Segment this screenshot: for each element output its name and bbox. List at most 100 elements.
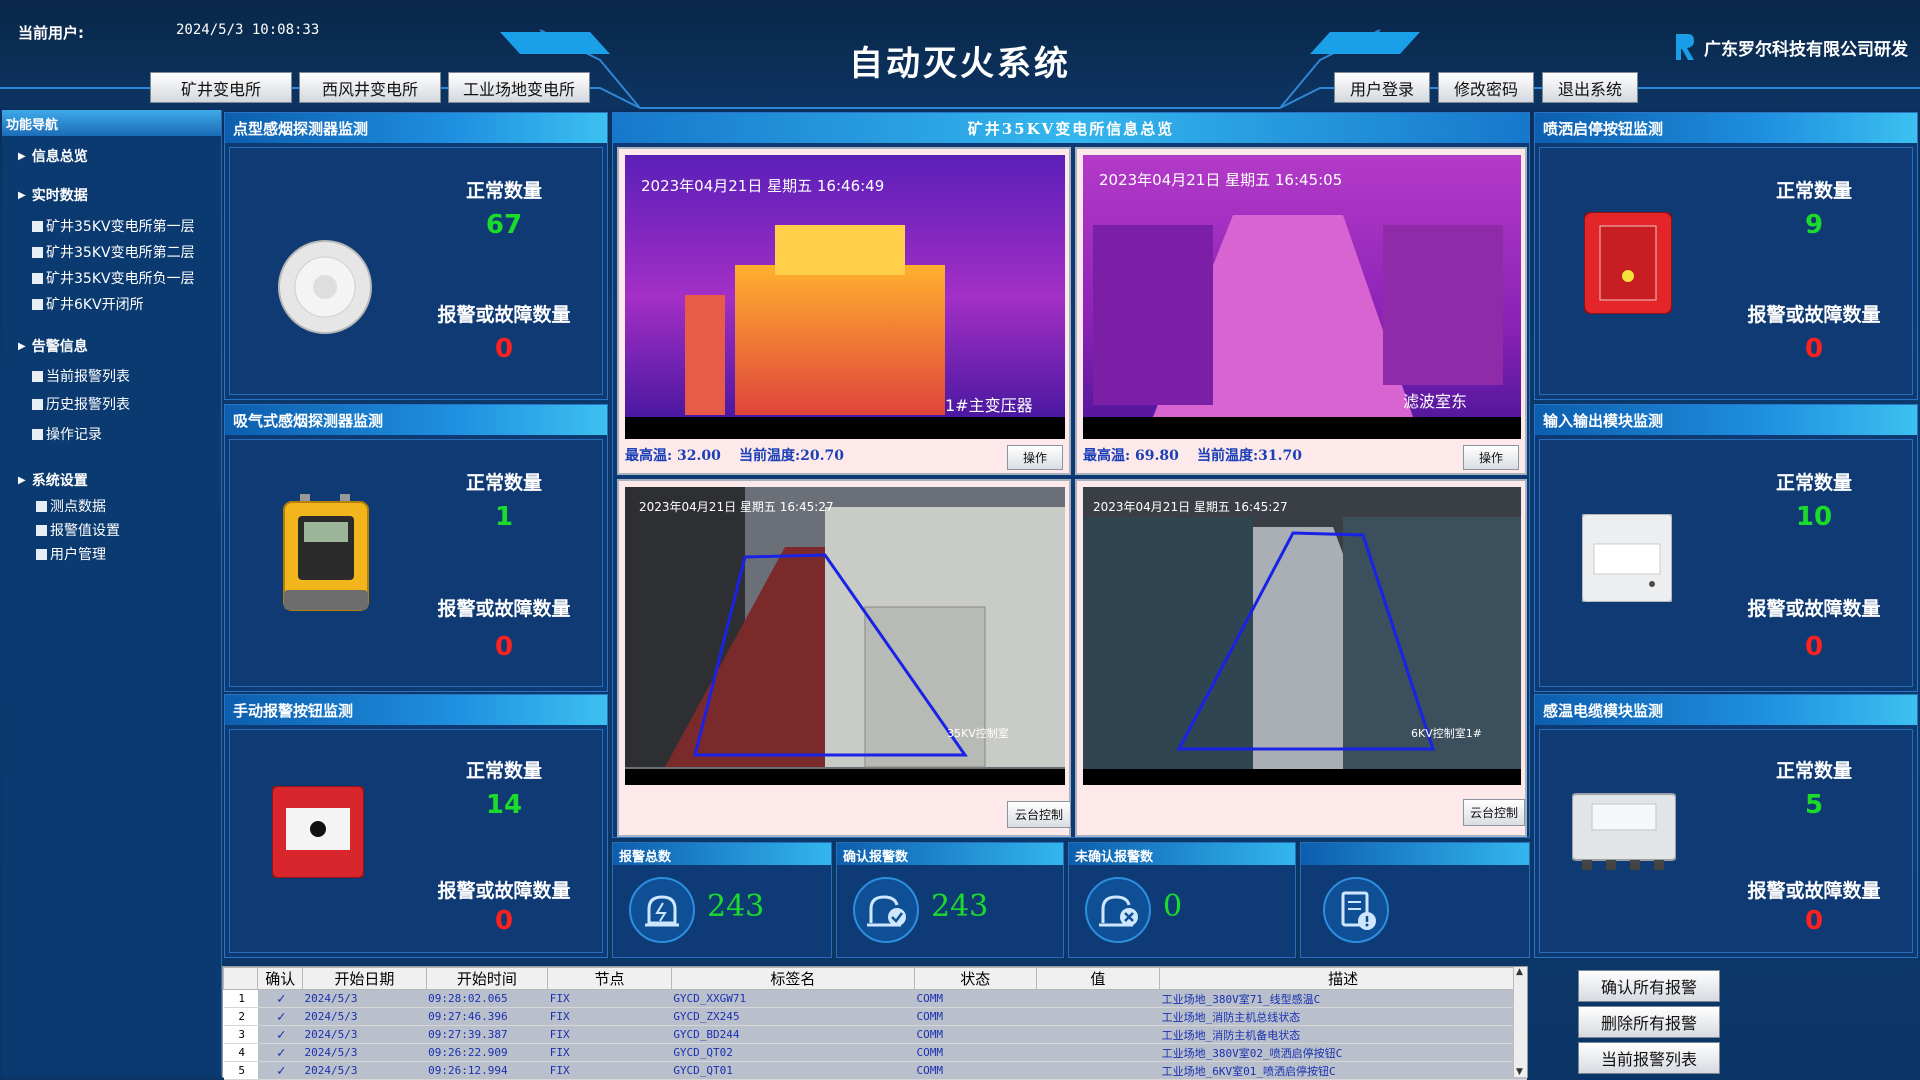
scroll-up-icon[interactable]: ▲ — [1516, 967, 1523, 977]
current-alarm-list-button[interactable]: 当前报警列表 — [1578, 1042, 1720, 1074]
table-row[interactable]: 3 ✓ 2024/5/3 09:27:39.387 FIX GYCD_BD244… — [223, 1025, 1527, 1044]
cell-state: COMM — [914, 989, 1037, 1008]
nav-alarm-item-1[interactable]: 当前报警列表 — [32, 366, 130, 386]
stat-confirmed-alarms: 确认报警数 243 — [836, 842, 1064, 958]
col-node[interactable]: 节点 — [547, 967, 672, 990]
stat-label: 确认报警数 — [837, 843, 1063, 865]
normal-count-label: 正常数量 — [1775, 180, 1852, 202]
station-button-3[interactable]: 工业场地变电所 — [448, 72, 590, 103]
table-row[interactable]: 1 ✓ 2024/5/3 09:28:02.065 FIX GYCD_XXGW7… — [223, 989, 1527, 1008]
fault-count-label: 报警或故障数量 — [1747, 304, 1881, 326]
stat-value: 0 — [1163, 889, 1183, 924]
col-description[interactable]: 描述 — [1159, 967, 1527, 990]
cam2-operate-button[interactable]: 操作 — [1463, 445, 1519, 470]
cell-time: 09:27:39.387 — [426, 1025, 548, 1044]
nav-label: 告警信息 — [31, 339, 88, 355]
item-box-icon — [32, 428, 43, 440]
delete-all-alarms-button[interactable]: 删除所有报警 — [1578, 1006, 1720, 1038]
thermal-camera-1[interactable]: 2023年04月21日 星期五 16:46:49 1#主变压器 最高温: 32.… — [617, 147, 1071, 475]
nav-label: 矿井35KV变电所第二层 — [46, 245, 195, 261]
fault-count-label: 报警或故障数量 — [437, 880, 571, 902]
cable-module-panel: 感温电缆模块监测 正常数量 5 报警或故障数量 0 — [1534, 694, 1918, 958]
alarm-siren-icon — [629, 877, 695, 943]
thermal-image-1: 2023年04月21日 星期五 16:46:49 1#主变压器 — [625, 155, 1065, 439]
normal-count: 10 — [1795, 502, 1833, 532]
nav-settings[interactable]: ▶ 系统设置 — [18, 470, 88, 490]
col-tag[interactable]: 标签名 — [670, 967, 915, 990]
confirm-check-icon[interactable]: ✓ — [257, 989, 303, 1008]
fault-count: 0 — [494, 334, 514, 364]
stat-unconfirmed-alarms: 未确认报警数 0 — [1068, 842, 1296, 958]
item-box-icon — [36, 548, 47, 560]
nav-label: 矿井6KV开闭所 — [46, 297, 144, 313]
nav-realtime-item-2[interactable]: 矿井35KV变电所第二层 — [32, 242, 195, 262]
stat-value: 243 — [707, 889, 765, 924]
cell-date: 2024/5/3 — [302, 1007, 427, 1026]
normal-count: 14 — [485, 790, 523, 820]
nav-settings-item-1[interactable]: 测点数据 — [36, 496, 106, 516]
confirm-check-icon[interactable]: ✓ — [257, 1061, 303, 1080]
alarm-grid: 确认 开始日期 开始时间 节点 标签名 状态 值 描述 1 ✓ 2024/5/3… — [222, 967, 1527, 1080]
col-start-date[interactable]: 开始日期 — [302, 967, 427, 990]
fault-count: 0 — [1804, 632, 1824, 662]
io-module-panel: 输入输出模块监测 正常数量 10 报警或故障数量 0 — [1534, 404, 1918, 692]
confirm-check-icon[interactable]: ✓ — [257, 1043, 303, 1062]
nav-settings-item-2[interactable]: 报警值设置 — [36, 520, 120, 540]
cell-tag: GYCD_QT01 — [671, 1061, 915, 1080]
nav-realtime-item-3[interactable]: 矿井35KV变电所负一层 — [32, 268, 195, 288]
stat-report[interactable] — [1300, 842, 1530, 958]
nav-label: 实时数据 — [31, 188, 88, 204]
alarm-confirmed-icon — [853, 877, 919, 943]
cell-description: 工业场地_6KV室01_喷洒启停按钮C — [1159, 1061, 1527, 1080]
cam4-ptz-button[interactable]: 云台控制 — [1463, 799, 1525, 826]
nav-info-overview[interactable]: ▶ 信息总览 — [18, 146, 88, 166]
confirm-all-alarms-button[interactable]: 确认所有报警 — [1578, 970, 1720, 1002]
table-row[interactable]: 2 ✓ 2024/5/3 09:27:46.396 FIX GYCD_ZX245… — [223, 1007, 1527, 1026]
video-camera-3[interactable]: 2023年04月21日 星期五 16:45:27 35KV控制室 云台控制 — [617, 479, 1071, 837]
scroll-down-icon[interactable]: ▼ — [1516, 1067, 1523, 1077]
login-button[interactable]: 用户登录 — [1334, 72, 1430, 103]
confirm-check-icon[interactable]: ✓ — [257, 1025, 303, 1044]
nav-realtime-item-1[interactable]: 矿井35KV变电所第一层 — [32, 216, 195, 236]
item-box-icon — [32, 220, 43, 232]
chevron-right-icon: ▶ — [18, 189, 26, 201]
nav-alarm-item-2[interactable]: 历史报警列表 — [32, 394, 130, 414]
change-password-button[interactable]: 修改密码 — [1438, 72, 1534, 103]
cell-time: 09:28:02.065 — [426, 989, 548, 1008]
nav-alarm[interactable]: ▶ 告警信息 — [18, 336, 88, 356]
logout-button[interactable]: 退出系统 — [1542, 72, 1638, 103]
table-row[interactable]: 5 ✓ 2024/5/3 09:26:12.994 FIX GYCD_QT01 … — [223, 1061, 1527, 1080]
cam3-ptz-button[interactable]: 云台控制 — [1007, 801, 1071, 828]
col-start-time[interactable]: 开始时间 — [425, 967, 549, 990]
fault-count-label: 报警或故障数量 — [437, 304, 571, 326]
cam1-operate-button[interactable]: 操作 — [1007, 445, 1063, 470]
table-row[interactable]: 4 ✓ 2024/5/3 09:26:22.909 FIX GYCD_QT02 … — [223, 1043, 1527, 1062]
col-confirm[interactable]: 确认 — [257, 967, 304, 990]
row-number: 4 — [223, 1043, 258, 1062]
station-button-1[interactable]: 矿井变电所 — [150, 72, 292, 103]
panel-body: 正常数量 5 报警或故障数量 0 — [1539, 729, 1913, 953]
col-value[interactable]: 值 — [1035, 967, 1161, 990]
alarm-table[interactable]: 确认 开始日期 开始时间 节点 标签名 状态 值 描述 1 ✓ 2024/5/3… — [222, 966, 1528, 1080]
table-scrollbar[interactable]: ▲ ▼ — [1513, 967, 1527, 1077]
manual-alarm-panel: 手动报警按钮监测 正常数量 14 报警或故障数量 0 — [224, 694, 608, 958]
confirm-check-icon[interactable]: ✓ — [257, 1007, 303, 1026]
nav-settings-item-3[interactable]: 用户管理 — [36, 544, 106, 564]
cable-module-icon — [1572, 793, 1676, 870]
video-camera-4[interactable]: 2023年04月21日 星期五 16:45:27 6KV控制室1# 云台控制 — [1075, 479, 1527, 837]
nav-realtime[interactable]: ▶ 实时数据 — [18, 185, 88, 205]
stat-total-alarms: 报警总数 243 — [612, 842, 832, 958]
panel-body: 正常数量 9 报警或故障数量 0 — [1539, 147, 1913, 395]
app-root: 当前用户: 2024/5/3 10:08:33 自动灭火系统 广东罗尔科技有限公… — [0, 0, 1920, 1080]
aspirating-detector-panel: 吸气式感烟探测器监测 正常数量 1 报警或故障数量 0 — [224, 404, 608, 692]
thermal-camera-2[interactable]: 2023年04月21日 星期五 16:45:05 滤波室东 最高温: 69.80… — [1075, 147, 1527, 475]
col-state[interactable]: 状态 — [913, 967, 1037, 990]
sidebar-nav: 功能导航 ▶ 信息总览 ▶ 实时数据 矿井35KV变电所第一层 矿井35KV变电所第… — [2, 110, 222, 1076]
nav-alarm-item-3[interactable]: 操作记录 — [32, 424, 102, 444]
nav-label: 用户管理 — [50, 547, 106, 563]
smoke-detector-icon — [278, 240, 372, 334]
station-button-2[interactable]: 西风井变电所 — [299, 72, 441, 103]
cell-tag: GYCD_XXGW71 — [671, 989, 915, 1008]
nav-realtime-item-4[interactable]: 矿井6KV开闭所 — [32, 294, 144, 314]
row-number: 1 — [223, 989, 258, 1008]
